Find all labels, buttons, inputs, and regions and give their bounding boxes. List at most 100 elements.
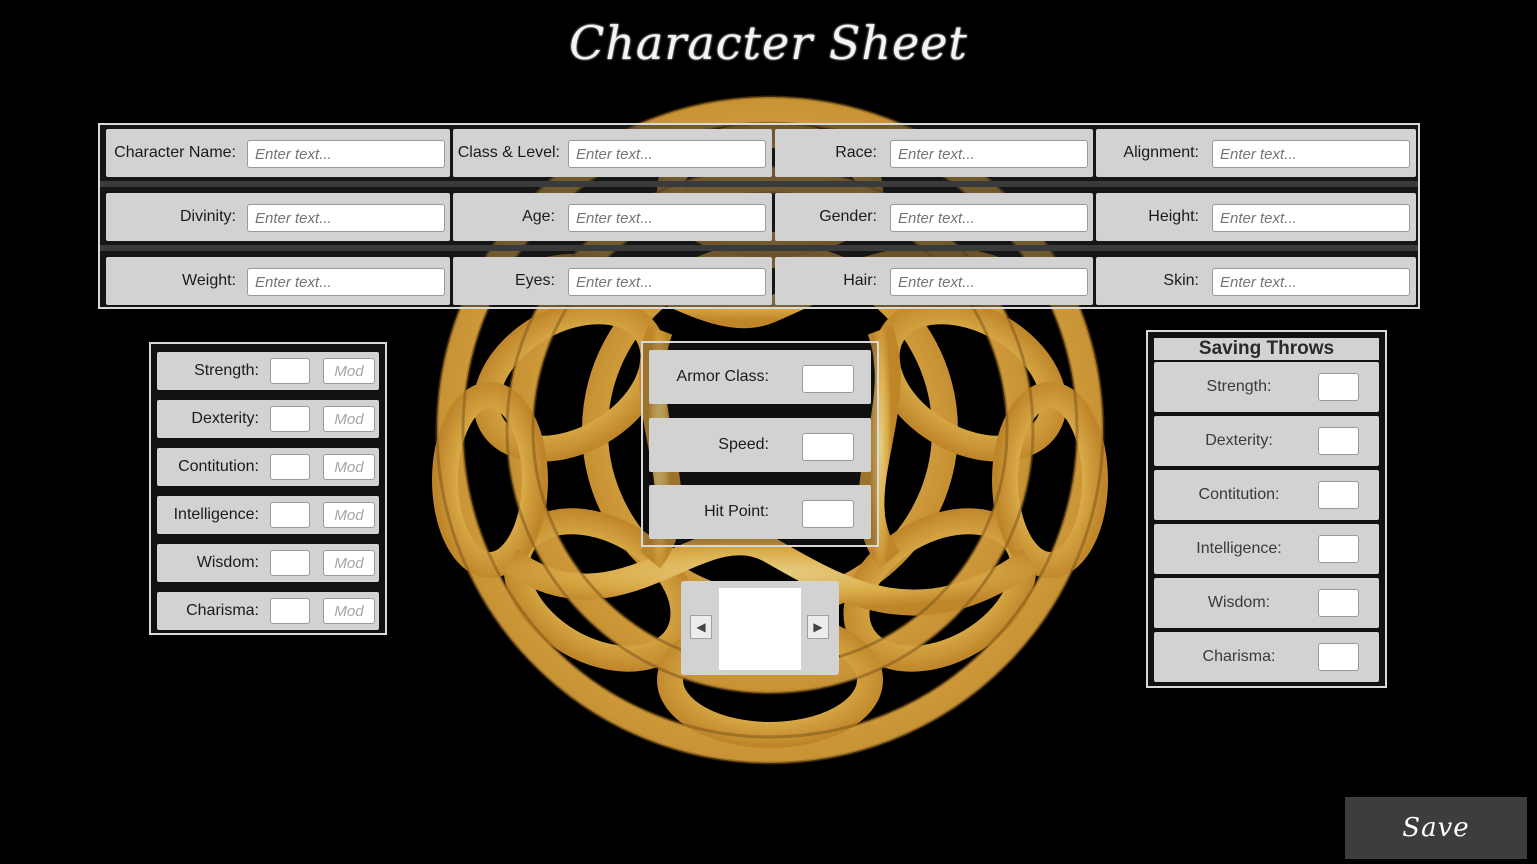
alignment-input[interactable] bbox=[1212, 140, 1410, 168]
divinity-label: Divinity: bbox=[179, 208, 236, 225]
hit-point-input[interactable] bbox=[802, 500, 854, 528]
save-button[interactable]: Save bbox=[1345, 797, 1527, 859]
saving-throws-panel: Saving Throws Strength: Dexterity: Conti… bbox=[1146, 330, 1387, 688]
height-input[interactable] bbox=[1212, 204, 1410, 232]
weight-cell: Weight: bbox=[106, 257, 450, 305]
info-row: Weight: Eyes: Hair: Skin: bbox=[106, 257, 1416, 305]
ability-label: Wisdom: bbox=[196, 554, 259, 571]
saving-throw-input[interactable] bbox=[1318, 373, 1359, 401]
ability-row-constitution: Contitution: Mod bbox=[157, 448, 379, 486]
ability-row-charisma: Charisma: Mod bbox=[157, 592, 379, 630]
saving-throw-input[interactable] bbox=[1318, 427, 1359, 455]
left-arrow-icon[interactable]: ◀ bbox=[690, 615, 712, 639]
character-info-panel: Character Name: Class & Level: Race: Ali… bbox=[98, 123, 1420, 309]
ability-mod-input[interactable]: Mod bbox=[323, 502, 375, 528]
race-cell: Race: bbox=[775, 129, 1093, 177]
eyes-label: Eyes: bbox=[514, 272, 555, 289]
class-level-label: Class & Level: bbox=[457, 144, 560, 161]
saving-throw-row-constitution: Contitution: bbox=[1154, 470, 1379, 520]
character-name-cell: Character Name: bbox=[106, 129, 450, 177]
speed-row: Speed: bbox=[649, 418, 871, 472]
saving-throws-header: Saving Throws bbox=[1154, 338, 1379, 360]
class-level-cell: Class & Level: bbox=[453, 129, 772, 177]
ability-mod-input[interactable]: Mod bbox=[323, 454, 375, 480]
ability-score-input[interactable] bbox=[270, 550, 310, 576]
ability-row-wisdom: Wisdom: Mod bbox=[157, 544, 379, 582]
eyes-cell: Eyes: bbox=[453, 257, 772, 305]
ability-mod-input[interactable]: Mod bbox=[323, 406, 375, 432]
saving-throw-row-wisdom: Wisdom: bbox=[1154, 578, 1379, 628]
saving-throw-input[interactable] bbox=[1318, 481, 1359, 509]
saving-throw-input[interactable] bbox=[1318, 535, 1359, 563]
hair-cell: Hair: bbox=[775, 257, 1093, 305]
row-divider bbox=[100, 181, 1418, 187]
age-label: Age: bbox=[522, 208, 555, 225]
armor-class-label: Armor Class: bbox=[676, 368, 769, 385]
saving-throw-row-dexterity: Dexterity: bbox=[1154, 416, 1379, 466]
weight-label: Weight: bbox=[182, 272, 236, 289]
height-label: Height: bbox=[1148, 208, 1199, 225]
race-label: Race: bbox=[835, 144, 877, 161]
height-cell: Height: bbox=[1096, 193, 1416, 241]
skin-input[interactable] bbox=[1212, 268, 1410, 296]
saving-throw-label: Contitution: bbox=[1198, 486, 1280, 503]
divinity-input[interactable] bbox=[247, 204, 445, 232]
saving-throw-input[interactable] bbox=[1318, 643, 1359, 671]
gender-cell: Gender: bbox=[775, 193, 1093, 241]
saving-throw-label: Intelligence: bbox=[1196, 540, 1282, 557]
saving-throw-label: Wisdom: bbox=[1207, 594, 1271, 611]
ability-score-input[interactable] bbox=[270, 406, 310, 432]
armor-class-row: Armor Class: bbox=[649, 350, 871, 404]
race-input[interactable] bbox=[890, 140, 1088, 168]
hair-input[interactable] bbox=[890, 268, 1088, 296]
speed-label: Speed: bbox=[718, 436, 769, 453]
info-row: Character Name: Class & Level: Race: Ali… bbox=[106, 129, 1416, 177]
skin-cell: Skin: bbox=[1096, 257, 1416, 305]
age-input[interactable] bbox=[568, 204, 766, 232]
saving-throw-label: Strength: bbox=[1206, 378, 1272, 395]
ability-score-input[interactable] bbox=[270, 454, 310, 480]
skin-label: Skin: bbox=[1163, 272, 1199, 289]
hit-point-row: Hit Point: bbox=[649, 485, 871, 539]
ability-label: Charisma: bbox=[186, 602, 259, 619]
character-name-label: Character Name: bbox=[114, 144, 236, 161]
ability-label: Dexterity: bbox=[191, 410, 259, 427]
ability-mod-input[interactable]: Mod bbox=[323, 598, 375, 624]
armor-class-input[interactable] bbox=[802, 365, 854, 393]
speed-input[interactable] bbox=[802, 433, 854, 461]
saving-throw-input[interactable] bbox=[1318, 589, 1359, 617]
saving-throw-row-strength: Strength: bbox=[1154, 362, 1379, 412]
ability-row-dexterity: Dexterity: Mod bbox=[157, 400, 379, 438]
ability-score-input[interactable] bbox=[270, 598, 310, 624]
weight-input[interactable] bbox=[247, 268, 445, 296]
right-arrow-icon[interactable]: ▶ bbox=[807, 615, 829, 639]
ability-label: Contitution: bbox=[178, 458, 259, 475]
hair-label: Hair: bbox=[843, 272, 877, 289]
ability-score-input[interactable] bbox=[270, 502, 310, 528]
character-name-input[interactable] bbox=[247, 140, 445, 168]
alignment-cell: Alignment: bbox=[1096, 129, 1416, 177]
ability-score-input[interactable] bbox=[270, 358, 310, 384]
ability-label: Intelligence: bbox=[173, 506, 259, 523]
ability-row-intelligence: Intelligence: Mod bbox=[157, 496, 379, 534]
saving-throw-row-intelligence: Intelligence: bbox=[1154, 524, 1379, 574]
saving-throw-row-charisma: Charisma: bbox=[1154, 632, 1379, 682]
gender-input[interactable] bbox=[890, 204, 1088, 232]
hit-point-label: Hit Point: bbox=[704, 503, 769, 520]
class-level-input[interactable] bbox=[568, 140, 766, 168]
saving-throw-label: Dexterity: bbox=[1205, 432, 1273, 449]
ability-mod-input[interactable]: Mod bbox=[323, 550, 375, 576]
ability-scores-panel: Strength: Mod Dexterity: Mod Contitution… bbox=[149, 342, 387, 635]
row-divider bbox=[100, 245, 1418, 251]
portrait-selector: ◀ ▶ bbox=[681, 581, 839, 675]
age-cell: Age: bbox=[453, 193, 772, 241]
divinity-cell: Divinity: bbox=[106, 193, 450, 241]
gender-label: Gender: bbox=[819, 208, 877, 225]
portrait-image bbox=[719, 588, 801, 670]
ability-mod-input[interactable]: Mod bbox=[323, 358, 375, 384]
ability-row-strength: Strength: Mod bbox=[157, 352, 379, 390]
page-title: Character Sheet bbox=[569, 16, 968, 70]
alignment-label: Alignment: bbox=[1123, 144, 1199, 161]
eyes-input[interactable] bbox=[568, 268, 766, 296]
combat-stats-panel: Armor Class: Speed: Hit Point: bbox=[641, 341, 879, 547]
